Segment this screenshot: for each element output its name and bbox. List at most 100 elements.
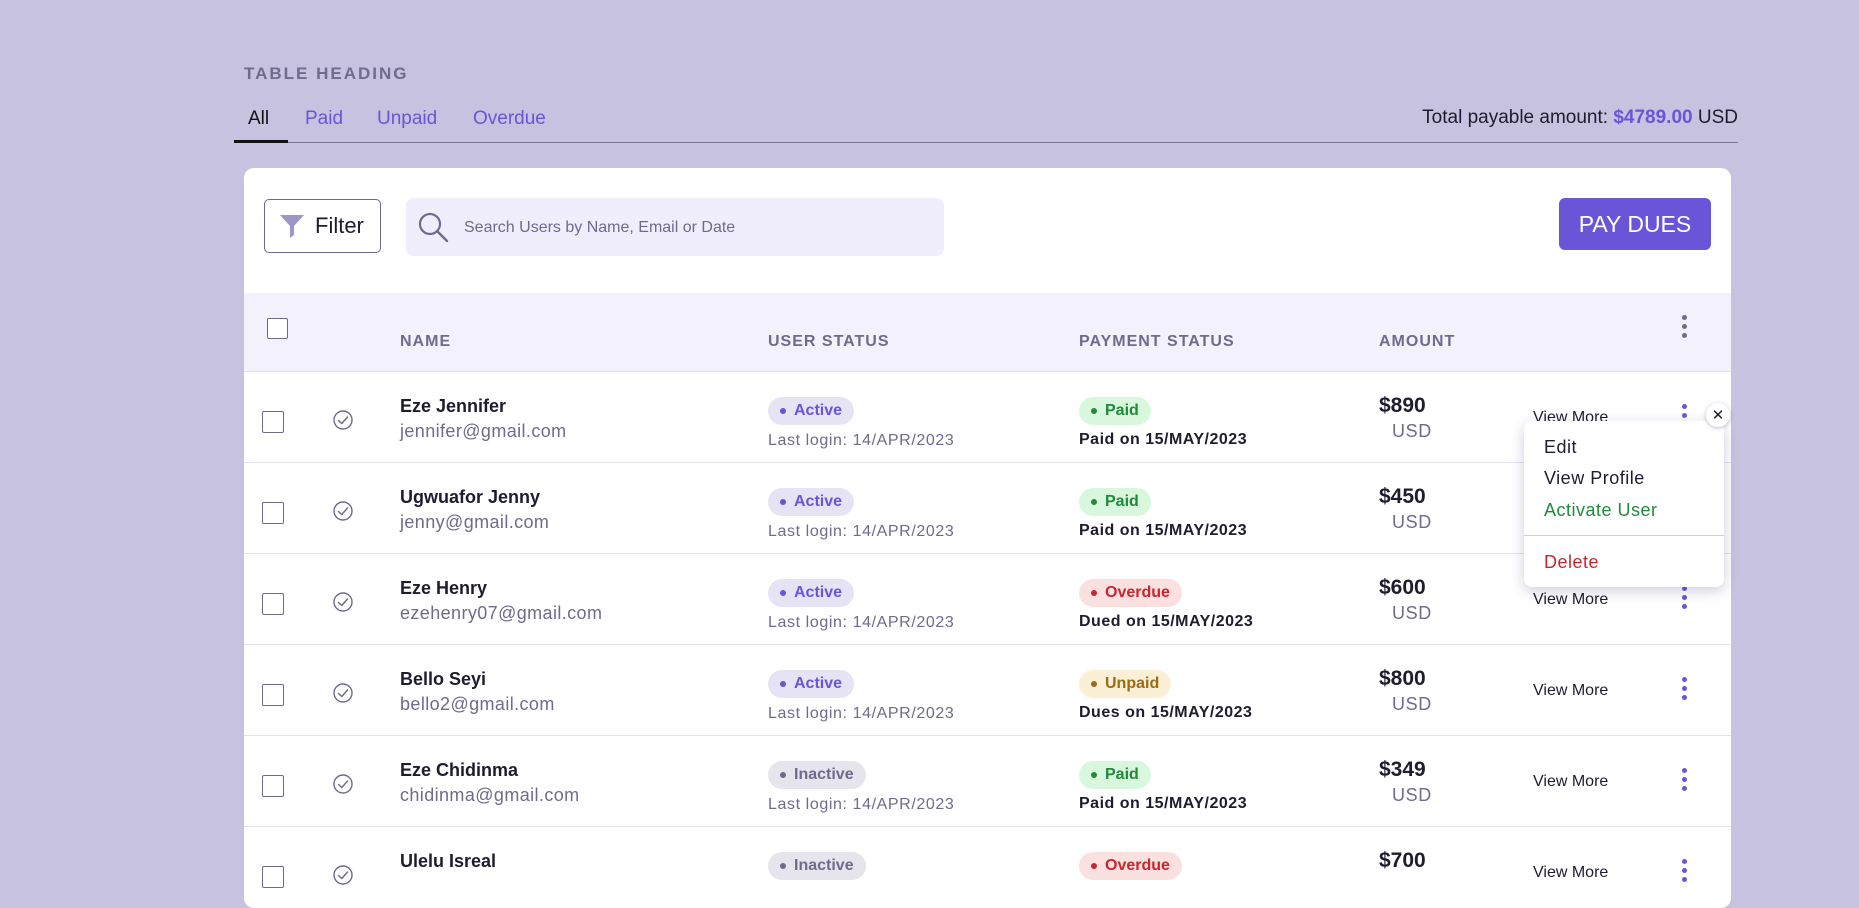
row-action-menu: Edit View Profile Activate User Delete <box>1524 421 1724 587</box>
table-row: Ulelu Isreal Inactive Overdue $700 View More <box>244 826 1731 908</box>
page-heading: TABLE HEADING <box>244 64 409 83</box>
column-header-amount: AMOUNT <box>1379 333 1456 350</box>
tab-paid[interactable]: Paid <box>305 108 343 130</box>
column-header-payment-status: PAYMENT STATUS <box>1079 333 1235 350</box>
check-circle-icon <box>333 592 353 612</box>
amount-currency: USD <box>1392 694 1432 714</box>
tab-unpaid[interactable]: Unpaid <box>377 108 437 130</box>
row-checkbox[interactable] <box>262 775 284 797</box>
column-header-user-status: USER STATUS <box>768 333 890 350</box>
total-label: Total payable amount: <box>1422 107 1609 128</box>
view-more-link[interactable]: View More <box>1533 682 1608 700</box>
table-header: NAME USER STATUS PAYMENT STATUS AMOUNT <box>244 293 1731 372</box>
view-more-link[interactable]: View More <box>1533 864 1608 882</box>
kebab-menu-icon[interactable] <box>1682 859 1688 882</box>
amount-value: $450 <box>1379 485 1426 508</box>
user-email: jenny@gmail.com <box>400 512 550 532</box>
payment-status-badge: Paid <box>1079 397 1151 425</box>
last-login: Last login: 14/APR/2023 <box>768 705 955 722</box>
funnel-icon <box>280 215 304 238</box>
menu-item-activate-user[interactable]: Activate User <box>1544 500 1658 521</box>
payment-date: Dued on 15/MAY/2023 <box>1079 613 1254 630</box>
user-status-badge: Inactive <box>768 852 866 880</box>
payment-date: Paid on 15/MAY/2023 <box>1079 522 1248 539</box>
view-more-link[interactable]: View More <box>1533 773 1608 791</box>
tab-all[interactable]: All <box>248 108 269 130</box>
payment-status-badge: Paid <box>1079 488 1151 516</box>
amount-value: $700 <box>1379 849 1426 872</box>
kebab-menu-icon[interactable] <box>1682 586 1688 609</box>
payment-status-label: Paid <box>1105 766 1139 783</box>
status-dot <box>780 863 786 869</box>
user-name: Ulelu Isreal <box>400 851 497 871</box>
amount-value: $890 <box>1379 394 1426 417</box>
payment-status-badge: Unpaid <box>1079 670 1172 698</box>
amount-value: $800 <box>1379 667 1426 690</box>
user-email: ezehenry07@gmail.com <box>400 603 603 623</box>
user-status-label: Inactive <box>794 857 854 874</box>
kebab-menu-icon[interactable] <box>1682 677 1688 700</box>
total-currency: USD <box>1697 107 1738 128</box>
total-amount: $4789.00 <box>1613 107 1693 128</box>
search-box <box>406 198 944 258</box>
search-icon <box>418 212 449 243</box>
payment-status-badge: Paid <box>1079 761 1151 789</box>
row-checkbox[interactable] <box>262 411 284 433</box>
table-row: Eze Chidinma chidinma@gmail.com Inactive La… <box>244 735 1731 827</box>
user-email: bello2@gmail.com <box>400 694 555 714</box>
row-checkbox[interactable] <box>262 502 284 524</box>
user-name: Eze Chidinma <box>400 760 519 780</box>
amount-currency: USD <box>1392 785 1432 805</box>
user-name: Eze Henry <box>400 578 488 598</box>
payment-date: Paid on 15/MAY/2023 <box>1079 795 1248 812</box>
user-status-label: Active <box>794 402 843 419</box>
user-name: Bello Seyi <box>400 669 487 689</box>
view-more-link[interactable]: View More <box>1533 591 1608 609</box>
check-circle-icon <box>333 410 353 430</box>
user-name: Ugwuafor Jenny <box>400 487 541 507</box>
amount-value: $349 <box>1379 758 1426 781</box>
payment-status-label: Overdue <box>1105 857 1170 874</box>
payment-status-label: Paid <box>1105 493 1139 510</box>
row-checkbox[interactable] <box>262 684 284 706</box>
user-status-badge: Active <box>768 579 855 607</box>
status-dot <box>1091 681 1097 687</box>
menu-item-view-profile[interactable]: View Profile <box>1544 468 1645 489</box>
users-table-card: Filter PAY DUES NAME USER STATUS PAYMENT… <box>244 168 1731 908</box>
kebab-menu-icon[interactable] <box>1682 768 1688 791</box>
payment-status-badge: Overdue <box>1079 852 1182 880</box>
active-tab-indicator <box>234 140 288 143</box>
close-icon[interactable]: ✕ <box>1706 403 1730 427</box>
user-name: Eze Jennifer <box>400 396 507 416</box>
menu-item-delete[interactable]: Delete <box>1544 552 1599 573</box>
status-dot <box>780 408 786 414</box>
pay-dues-button[interactable]: PAY DUES <box>1559 198 1711 250</box>
payment-date: Dues on 15/MAY/2023 <box>1079 704 1253 721</box>
last-login: Last login: 14/APR/2023 <box>768 796 955 813</box>
table-row: Bello Seyi bello2@gmail.com Active Last log… <box>244 644 1731 736</box>
header-kebab-menu-icon[interactable] <box>1682 315 1688 338</box>
payment-date: Paid on 15/MAY/2023 <box>1079 431 1248 448</box>
search-input[interactable] <box>462 198 926 258</box>
user-status-label: Active <box>794 493 843 510</box>
amount-currency: USD <box>1392 603 1432 623</box>
select-all-checkbox[interactable] <box>267 318 288 339</box>
user-status-badge: Inactive <box>768 761 866 789</box>
row-checkbox[interactable] <box>262 593 284 615</box>
check-circle-icon <box>333 774 353 794</box>
status-dot <box>1091 590 1097 596</box>
status-dot <box>1091 772 1097 778</box>
payment-status-label: Unpaid <box>1105 675 1160 692</box>
status-dot <box>780 590 786 596</box>
check-circle-icon <box>333 501 353 521</box>
amount-currency: USD <box>1392 512 1432 532</box>
user-email: jennifer@gmail.com <box>400 421 567 441</box>
last-login: Last login: 14/APR/2023 <box>768 432 955 449</box>
filter-button[interactable]: Filter <box>264 199 381 253</box>
column-header-name: NAME <box>400 333 452 350</box>
row-checkbox[interactable] <box>262 866 284 888</box>
menu-item-edit[interactable]: Edit <box>1544 437 1577 458</box>
payment-status-label: Overdue <box>1105 584 1170 601</box>
check-circle-icon <box>333 865 353 885</box>
tab-overdue[interactable]: Overdue <box>473 108 546 130</box>
